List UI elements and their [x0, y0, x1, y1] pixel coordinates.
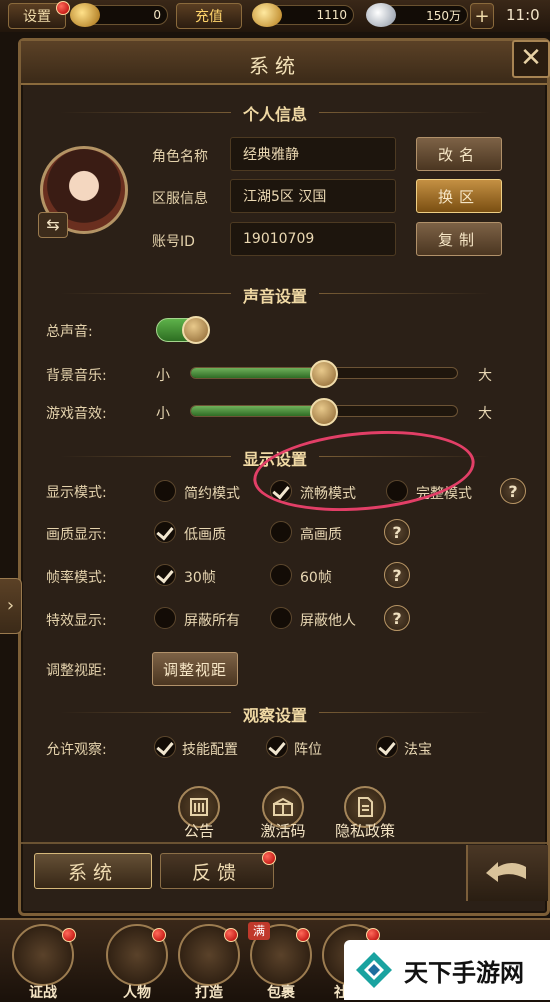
return-arrow-icon	[486, 862, 526, 882]
feedback-notification-dot	[262, 851, 276, 865]
server-value: 江湖5区 汉国	[243, 189, 327, 205]
display-mode-help-icon[interactable]: ?	[500, 478, 526, 504]
fps-help-icon[interactable]: ?	[384, 562, 410, 588]
nav-battle-label: 证战	[29, 985, 57, 1001]
panel-title: 系统	[249, 54, 301, 78]
bgm-label: 背景音乐:	[46, 368, 107, 384]
nav-bag-dot	[296, 928, 310, 942]
add-currency-button[interactable]: +	[470, 3, 494, 29]
effects-label: 特效显示:	[46, 613, 107, 629]
bgm-small-label: 小	[156, 368, 170, 384]
server-label: 区服信息	[152, 191, 208, 207]
effects-hide-others-label: 屏蔽他人	[300, 613, 356, 629]
role-name-field: 经典雅静	[230, 137, 396, 171]
copy-button[interactable]: 复制	[416, 222, 502, 256]
adjust-view-distance-button[interactable]: 调整视距	[152, 652, 238, 686]
coin-value: 0	[153, 8, 161, 22]
gold-coin-icon	[252, 3, 282, 27]
observe-formation-checkbox[interactable]	[266, 736, 288, 758]
bgm-large-label: 大	[478, 368, 492, 384]
effects-help-icon[interactable]: ?	[384, 605, 410, 631]
fps-30-radio[interactable]	[154, 564, 176, 586]
recharge-button[interactable]: 充值	[176, 3, 242, 29]
site-watermark: 天下手游网	[344, 940, 550, 1000]
quality-label: 画质显示:	[46, 527, 107, 543]
sfx-slider-fill	[191, 406, 324, 416]
quality-help-icon[interactable]: ?	[384, 519, 410, 545]
announcement-label: 公告	[183, 822, 214, 840]
silver-value: 150万	[426, 8, 461, 23]
view-distance-label: 调整视距:	[46, 663, 107, 679]
personal-info-title: 个人信息	[0, 101, 550, 125]
quality-low-radio[interactable]	[154, 521, 176, 543]
nav-character-label: 人物	[123, 985, 151, 1001]
settings-notification-dot	[56, 1, 70, 15]
close-button[interactable]: ✕	[512, 40, 550, 78]
role-name-value: 经典雅静	[243, 147, 299, 163]
quality-high-radio[interactable]	[270, 521, 292, 543]
mode-simple-radio[interactable]	[154, 480, 176, 502]
toggle-knob[interactable]	[182, 316, 210, 344]
observe-skills-label: 技能配置	[182, 742, 238, 758]
bgm-slider-fill	[191, 368, 324, 378]
observe-skills-checkbox[interactable]	[154, 736, 176, 758]
silver-ingot-icon	[366, 3, 396, 27]
observe-artifact-label: 法宝	[404, 742, 432, 758]
observe-formation-label: 阵位	[294, 742, 322, 758]
switch-server-button[interactable]: 换区	[416, 179, 502, 213]
server-field: 江湖5区 汉国	[230, 179, 396, 213]
effects-hide-all-radio[interactable]	[154, 607, 176, 629]
quality-high-label: 高画质	[300, 527, 342, 543]
nav-battle-dot	[62, 928, 76, 942]
fps-label: 帧率模式:	[46, 570, 107, 586]
tab-feedback[interactable]: 反馈	[160, 853, 274, 889]
gold-ingot-icon	[70, 3, 100, 27]
fps-60-label: 60帧	[300, 570, 332, 586]
effects-hide-others-radio[interactable]	[270, 607, 292, 629]
account-field: 19010709	[230, 222, 396, 256]
sfx-label: 游戏音效:	[46, 406, 107, 422]
privacy-policy-label: 隐私政策	[334, 822, 395, 840]
gold-value: 1110	[316, 8, 347, 22]
fps-60-radio[interactable]	[270, 564, 292, 586]
account-value: 19010709	[243, 231, 315, 247]
tab-system[interactable]: 系统	[34, 853, 152, 889]
account-label: 账号ID	[152, 234, 195, 250]
nav-forge-dot	[224, 928, 238, 942]
gift-code-label: 激活码	[260, 822, 306, 840]
nav-forge-label: 打造	[195, 985, 223, 1001]
rename-button[interactable]: 改名	[416, 137, 502, 171]
sound-settings-title: 声音设置	[0, 283, 550, 307]
master-volume-label: 总声音:	[46, 324, 93, 340]
clock-text: 11:0	[506, 6, 540, 24]
role-name-label: 角色名称	[152, 149, 208, 165]
tabs-divider	[21, 842, 547, 844]
watermark-text: 天下手游网	[404, 958, 524, 987]
observe-settings-title: 观察设置	[0, 702, 550, 726]
sfx-small-label: 小	[156, 406, 170, 422]
bgm-slider-handle[interactable]	[310, 360, 338, 388]
effects-hide-all-label: 屏蔽所有	[184, 613, 240, 629]
sfx-slider-handle[interactable]	[310, 398, 338, 426]
back-button[interactable]	[466, 845, 548, 901]
bag-full-badge: 满	[248, 922, 270, 940]
watermark-logo-icon	[356, 952, 392, 988]
observe-artifact-checkbox[interactable]	[376, 736, 398, 758]
allow-observe-label: 允许观察:	[46, 742, 107, 758]
quality-low-label: 低画质	[184, 527, 226, 543]
swap-avatar-icon[interactable]: ⇆	[38, 212, 68, 238]
side-expand-handle[interactable]: ›	[0, 578, 22, 634]
fps-30-label: 30帧	[184, 570, 216, 586]
sfx-large-label: 大	[478, 406, 492, 422]
nav-bag-label: 包裹	[267, 985, 295, 1001]
mode-simple-label: 简约模式	[184, 486, 240, 502]
display-mode-label: 显示模式:	[46, 485, 107, 501]
nav-character-dot	[152, 928, 166, 942]
